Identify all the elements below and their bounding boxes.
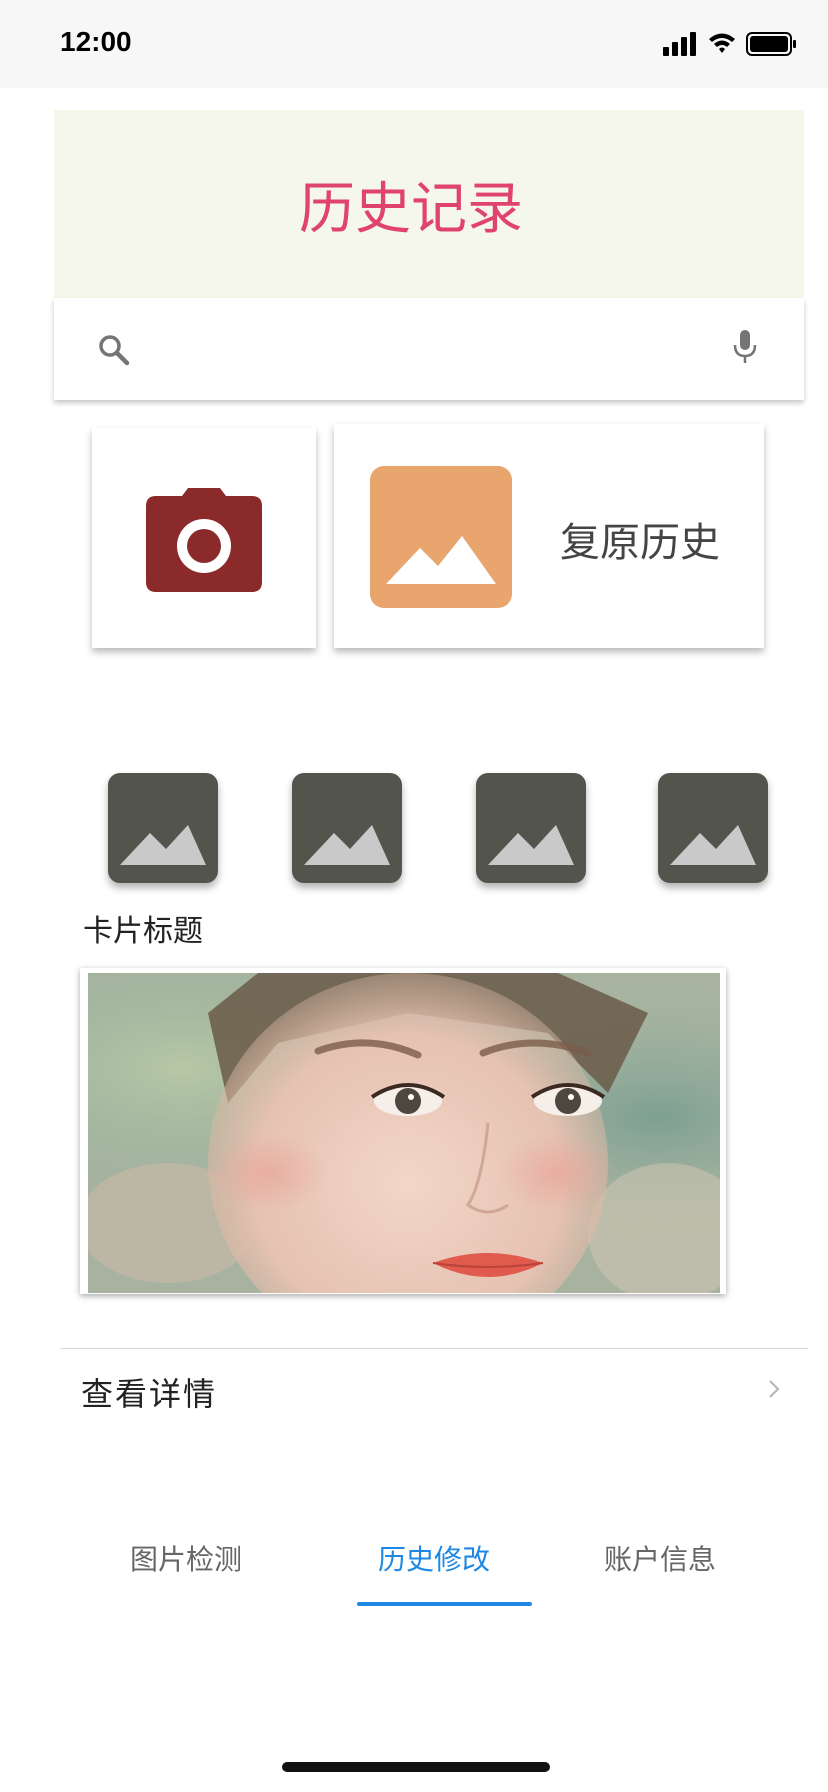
page-header: 历史记录	[54, 110, 804, 298]
thumbnail-4[interactable]	[658, 773, 768, 883]
image-icon	[488, 825, 574, 865]
restore-history-label: 复原历史	[560, 520, 720, 566]
home-indicator[interactable]	[282, 1762, 550, 1772]
thumbnail-1[interactable]	[108, 773, 218, 883]
camera-button[interactable]	[92, 428, 316, 648]
view-details-label: 查看详情	[81, 1375, 218, 1413]
restore-history-button[interactable]: 复原历史	[334, 424, 764, 648]
search-bar[interactable]	[54, 298, 804, 400]
status-bar: 12:00	[0, 0, 828, 88]
status-time: 12:00	[60, 26, 132, 57]
page-title: 历史记录	[299, 176, 523, 242]
active-tab-indicator	[357, 1602, 532, 1606]
view-details-link[interactable]: 查看详情	[60, 1349, 808, 1433]
image-icon	[670, 825, 756, 865]
thumbnail-3[interactable]	[476, 773, 586, 883]
card-title: 卡片标题	[83, 914, 203, 949]
tab-account-info[interactable]: 账户信息	[560, 1538, 760, 1578]
thumbnail-2[interactable]	[292, 773, 402, 883]
wifi-icon	[709, 33, 735, 53]
photo-card[interactable]	[80, 968, 726, 1294]
mic-icon[interactable]	[730, 328, 760, 366]
battery-icon	[746, 32, 796, 56]
status-icons	[663, 32, 796, 56]
tab-image-detection[interactable]: 图片检测	[86, 1538, 286, 1578]
image-icon	[304, 825, 390, 865]
chevron-right-icon	[769, 1380, 780, 1398]
camera-icon	[146, 488, 262, 592]
portrait-photo	[88, 973, 720, 1293]
image-icon	[120, 825, 206, 865]
image-icon	[370, 466, 512, 608]
tab-history-edit[interactable]: 历史修改	[334, 1538, 534, 1578]
search-icon[interactable]	[96, 332, 132, 368]
signal-icon	[663, 32, 696, 56]
